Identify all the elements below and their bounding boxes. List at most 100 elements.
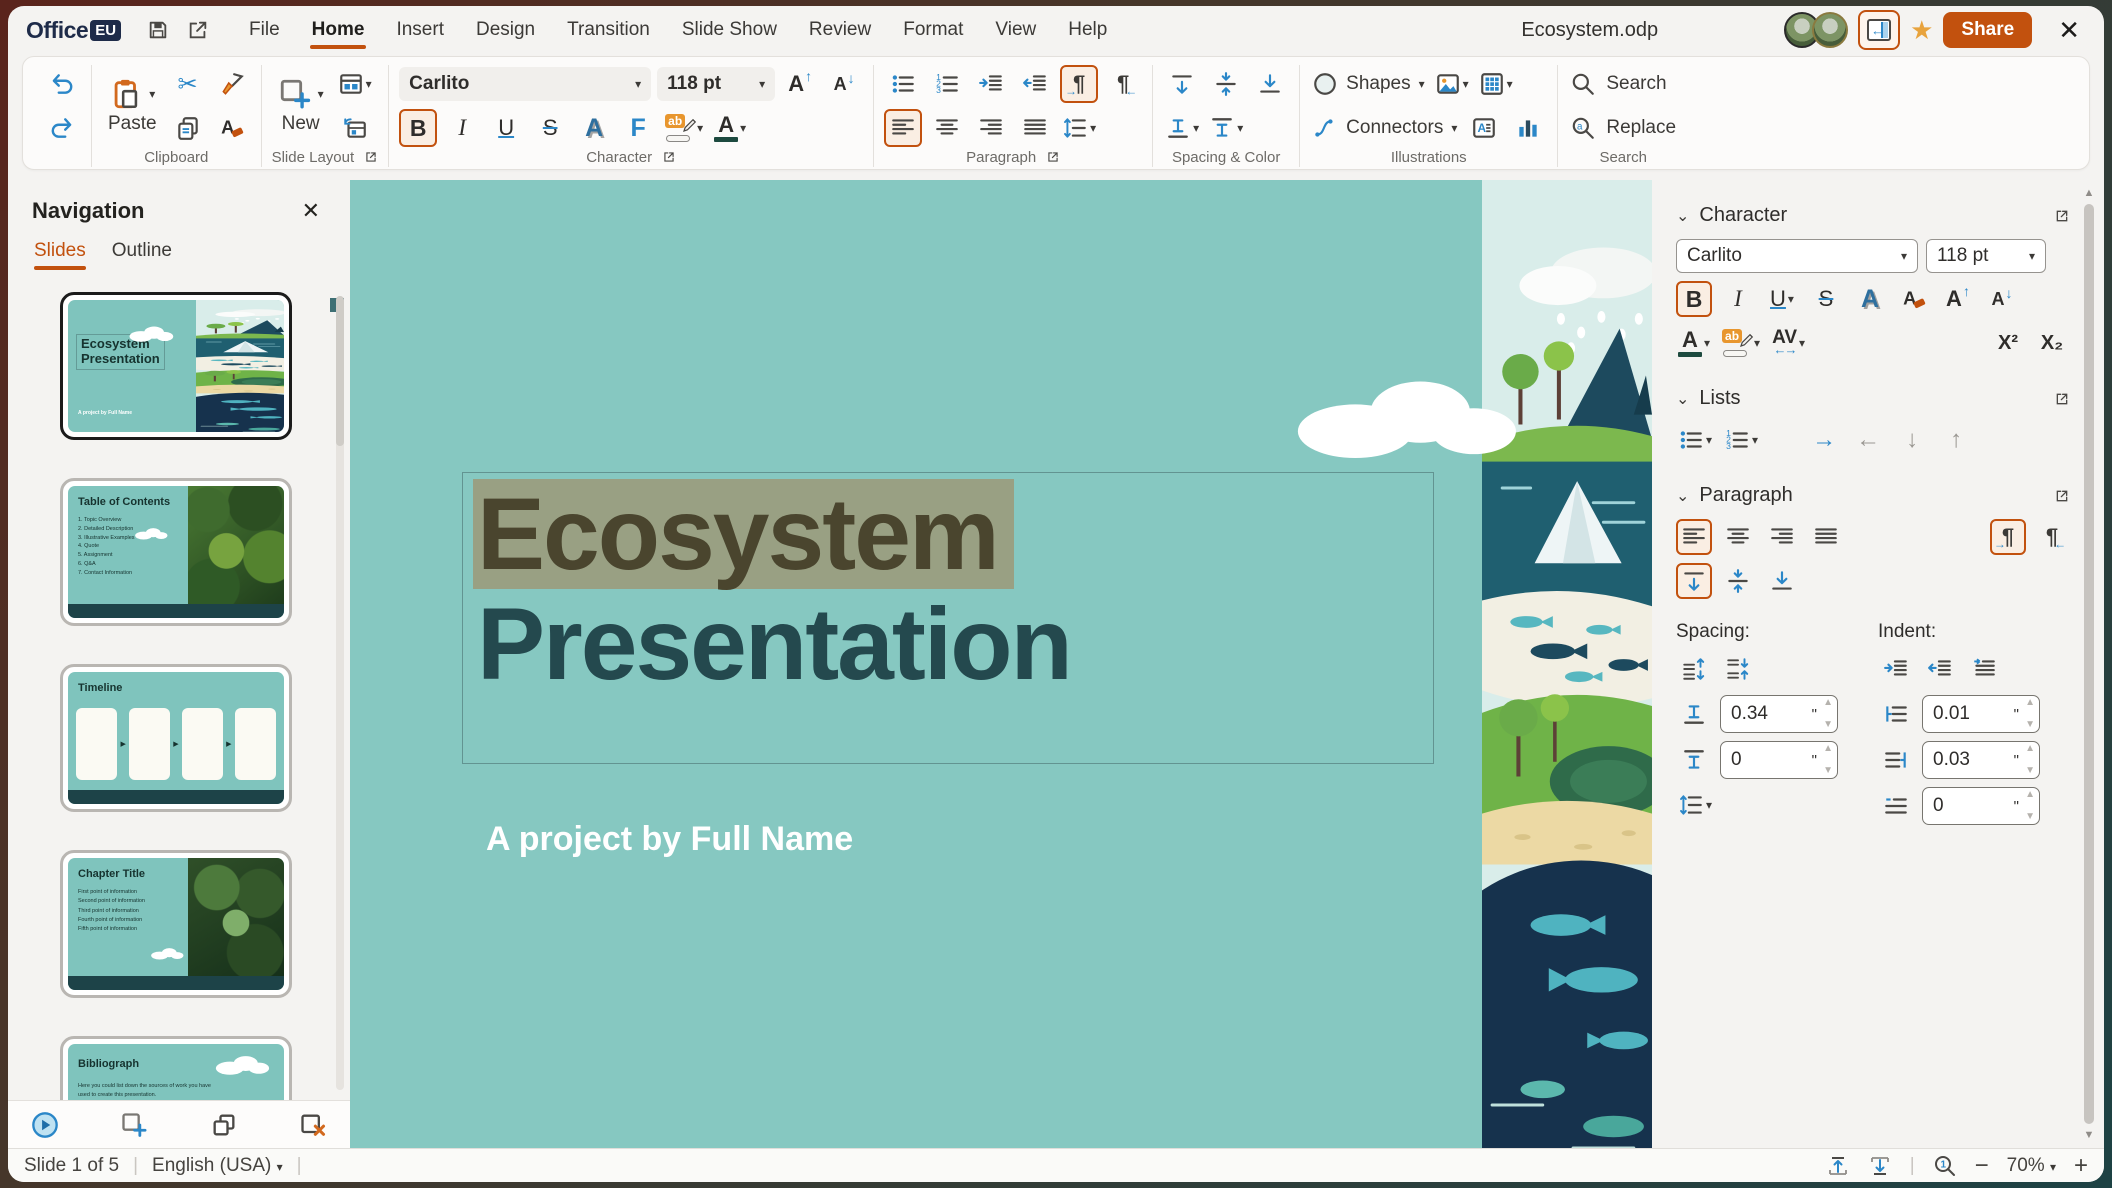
justify-button[interactable]: [1016, 109, 1054, 147]
zoom-in-button[interactable]: +: [2074, 1152, 2088, 1180]
highlight-color-button[interactable]: ab ▾: [663, 109, 705, 147]
shapes-button[interactable]: Shapes ▾: [1310, 65, 1426, 103]
align-top-button[interactable]: [1163, 65, 1201, 103]
line-spacing-caret-icon[interactable]: ▾: [1090, 121, 1096, 135]
slide-thumbnail-4[interactable]: Chapter Title First point of information…: [60, 850, 292, 998]
slide-subtitle[interactable]: A project by Full Name: [486, 820, 853, 859]
sidebar-highlight-button[interactable]: ab ▾: [1720, 325, 1762, 361]
sidebar-clear-formatting-button[interactable]: [1896, 281, 1932, 317]
align-left-button[interactable]: [884, 109, 922, 147]
insert-image-button[interactable]: ▾: [1433, 65, 1471, 103]
character-dialog-icon[interactable]: [2054, 208, 2070, 224]
search-button[interactable]: Search: [1568, 65, 1678, 103]
numbered-list-button[interactable]: [928, 65, 966, 103]
increase-indent-button[interactable]: [972, 65, 1010, 103]
paste-button[interactable]: ▾ Paste: [102, 77, 163, 135]
sidebar-shadow-button[interactable]: A: [1852, 281, 1888, 317]
line-spacing-button[interactable]: ▾: [1060, 109, 1098, 147]
font-color-caret-icon[interactable]: ▾: [740, 121, 746, 135]
slide-title-textbox[interactable]: Ecosystem Presentation: [462, 472, 1434, 764]
sidebar-strikethrough-button[interactable]: S: [1808, 281, 1844, 317]
tab-outline[interactable]: Outline: [112, 240, 172, 270]
delete-slide-button[interactable]: [294, 1106, 332, 1144]
sidebar-align-bottom-button[interactable]: [1764, 563, 1800, 599]
sidebar-underline-button[interactable]: U ▾: [1764, 281, 1800, 317]
paragraph-expand-icon[interactable]: [1046, 150, 1060, 164]
fill-color-caret-icon[interactable]: ▾: [1237, 121, 1243, 135]
lists-section-header[interactable]: ⌄ Lists: [1676, 387, 2070, 410]
reset-layout-button[interactable]: [336, 109, 374, 147]
indent-after-spinner[interactable]: ▲▼: [2025, 744, 2035, 776]
connectors-button[interactable]: Connectors ▾: [1310, 109, 1459, 147]
redo-button[interactable]: [43, 109, 81, 147]
sidebar-align-right-button[interactable]: [1764, 519, 1800, 555]
demote-button[interactable]: →: [1806, 422, 1842, 458]
insert-chart-button[interactable]: [1509, 109, 1547, 147]
star-rating-icon[interactable]: ★: [1910, 17, 1933, 43]
close-icon[interactable]: ✕: [2052, 15, 2086, 46]
menu-slideshow[interactable]: Slide Show: [670, 13, 789, 47]
slide-title-line2[interactable]: Presentation: [473, 587, 1071, 701]
center-vertically-button[interactable]: [1207, 65, 1245, 103]
clone-formatting-button[interactable]: [213, 65, 251, 103]
avatar[interactable]: [1812, 12, 1848, 48]
insert-table-button[interactable]: ▾: [1477, 65, 1515, 103]
underline-button[interactable]: U: [487, 109, 525, 147]
indent-before-input[interactable]: 0.01 " ▲▼: [1922, 695, 2040, 733]
grow-font-button[interactable]: A↑: [781, 65, 819, 103]
slide-title-line1-selected[interactable]: Ecosystem: [473, 479, 1014, 589]
sidebar-font-size-select[interactable]: 118 pt ▾: [1926, 239, 2046, 273]
duplicate-slide-button[interactable]: [205, 1106, 243, 1144]
slide-thumbnail-2[interactable]: Table of Contents 1. Topic Overview 2. D…: [60, 478, 292, 626]
slide-thumbnail-5[interactable]: Bibliograph Here you could list down the…: [60, 1036, 292, 1100]
paragraph-spacing-button[interactable]: ▾: [1163, 109, 1201, 147]
replace-button[interactable]: Replace: [1568, 109, 1678, 147]
menu-file[interactable]: File: [237, 13, 292, 47]
strikethrough-button[interactable]: S: [531, 109, 569, 147]
bold-button[interactable]: B: [399, 109, 437, 147]
language-selector[interactable]: English (USA) ▾: [152, 1155, 283, 1177]
character-section-header[interactable]: ⌄ Character: [1676, 204, 2070, 227]
menu-transition[interactable]: Transition: [555, 13, 662, 47]
indent-before-spinner[interactable]: ▲▼: [2025, 698, 2035, 730]
insert-textbox-button[interactable]: [1465, 109, 1503, 147]
sidebar-center-vertically-button[interactable]: [1720, 563, 1756, 599]
spacing-below-spinner[interactable]: ▲▼: [1823, 744, 1833, 776]
sidebar-ltr-button[interactable]: ¶→: [1990, 519, 2026, 555]
sidebar-kerning-button[interactable]: AV←→ ▾: [1770, 325, 1807, 361]
sidebar-toggle-button[interactable]: ←: [1858, 10, 1900, 50]
slide-layout-caret-icon[interactable]: ▾: [366, 77, 372, 91]
align-center-button[interactable]: [928, 109, 966, 147]
zoom-out-button[interactable]: −: [1975, 1152, 1989, 1180]
lists-collapse-icon[interactable]: ⌄: [1676, 389, 1689, 409]
line-spacing-caret-icon[interactable]: ▾: [1706, 798, 1712, 812]
shadow-button[interactable]: A: [575, 109, 613, 147]
zoom-100-icon[interactable]: [1933, 1154, 1957, 1178]
menu-view[interactable]: View: [983, 13, 1048, 47]
slide-canvas[interactable]: Ecosystem Presentation A project by Full…: [350, 180, 1652, 1148]
slide-layout-expand-icon[interactable]: [364, 150, 378, 164]
start-slideshow-button[interactable]: [26, 1106, 64, 1144]
sidebar-scrollbar[interactable]: ▲ ▼: [2082, 186, 2096, 1142]
move-down-button[interactable]: ↓: [1894, 422, 1930, 458]
paste-caret-icon[interactable]: ▾: [149, 87, 155, 101]
paragraph-collapse-icon[interactable]: ⌄: [1676, 486, 1689, 506]
bullet-list-button[interactable]: [884, 65, 922, 103]
menu-review[interactable]: Review: [797, 13, 883, 47]
align-right-button[interactable]: [972, 109, 1010, 147]
right-to-left-button[interactable]: ¶←: [1104, 65, 1142, 103]
kerning-caret-icon[interactable]: ▾: [1799, 336, 1805, 350]
thumbnail-scrollbar[interactable]: [336, 296, 344, 1090]
scroll-up-icon[interactable]: ▲: [2082, 186, 2096, 200]
outline-font-button[interactable]: F: [619, 109, 657, 147]
indent-after-input[interactable]: 0.03 " ▲▼: [1922, 741, 2040, 779]
shrink-font-button[interactable]: A↓: [825, 65, 863, 103]
sidebar-rtl-button[interactable]: ¶←: [2034, 519, 2070, 555]
lists-dialog-icon[interactable]: [2054, 391, 2070, 407]
add-slide-button[interactable]: [115, 1106, 153, 1144]
slide-thumbnail-1[interactable]: Ecosystem Presentation A project by Full…: [60, 292, 292, 440]
sidebar-line-spacing-button[interactable]: ▾: [1676, 787, 1714, 823]
menu-home[interactable]: Home: [300, 13, 377, 47]
slide-layout-button[interactable]: ▾: [336, 65, 374, 103]
decrease-indent-button[interactable]: [1016, 65, 1054, 103]
